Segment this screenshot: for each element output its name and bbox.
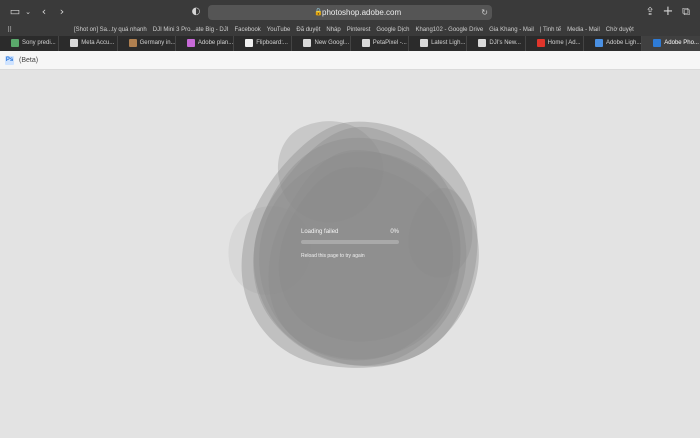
- favorites-list: [Shot on] Sa...ty quá nhanh DJI Mini 3 Pr…: [74, 24, 634, 36]
- tab-favicon-icon: [653, 39, 662, 47]
- favorite-link[interactable]: Đã duyệt: [296, 24, 320, 36]
- tab-favicon-icon: [478, 39, 487, 47]
- browser-tab[interactable]: DJI's New...: [466, 36, 524, 51]
- tab-label: Latest Ligh...: [431, 40, 466, 46]
- favorite-link[interactable]: Pinterest: [347, 24, 371, 36]
- photoshop-logo: Ps: [5, 56, 14, 65]
- tab-favicon-icon: [536, 39, 545, 47]
- favorite-link[interactable]: YouTube: [267, 24, 291, 36]
- tab-overview-icon[interactable]: ⧉: [680, 0, 692, 24]
- tab-favicon-icon: [70, 39, 79, 47]
- tab-favicon-icon: [361, 39, 370, 47]
- favorite-link[interactable]: Gia Khang - Mail: [489, 24, 534, 36]
- loading-progress-bar: [301, 240, 399, 244]
- loading-area: Loading failed 0% Reload this page to tr…: [0, 70, 700, 438]
- favorite-link[interactable]: Media - Mail: [567, 24, 600, 36]
- new-tab-icon[interactable]: +: [662, 0, 674, 24]
- tab-label: Adobe plan...: [197, 40, 234, 46]
- browser-tab[interactable]: PetaPixel -...: [349, 36, 408, 51]
- browser-tab[interactable]: Meta Accu...: [58, 36, 116, 51]
- favorites-bar: ⠿ [Shot on] Sa...ty quá nhanh DJI Mini 3 …: [0, 24, 700, 36]
- loading-status-text: Loading failed: [301, 229, 339, 235]
- favorite-link[interactable]: Khang102 - Google Drive: [415, 24, 483, 36]
- tab-favicon-icon: [594, 39, 603, 47]
- tab-label: Home | Ad...: [547, 40, 581, 46]
- tab-label: Flipboard:...: [256, 40, 288, 46]
- favorite-link[interactable]: Nháp: [326, 24, 340, 36]
- beta-label: (Beta): [19, 57, 39, 64]
- browser-tab[interactable]: Adobe Pho...: [641, 36, 700, 51]
- loading-percent-text: 0%: [390, 229, 399, 235]
- share-icon[interactable]: ⇪: [644, 0, 656, 24]
- tab-label: Germany in...: [139, 40, 175, 46]
- app-header: Ps (Beta): [0, 51, 700, 70]
- favorite-link[interactable]: Google Dịch: [376, 24, 409, 36]
- browser-toolbar: ▭ ⌄ ‹ › ◐ 🔒 photoshop.adobe.com ↻ ⇪ + ⧉: [0, 0, 700, 24]
- browser-tab[interactable]: Sony predi...: [0, 36, 58, 51]
- tab-label: New Googl...: [314, 40, 350, 46]
- tab-label: Adobe Ligh...: [605, 40, 642, 46]
- privacy-shield-icon[interactable]: ◐: [190, 0, 202, 24]
- favorite-link[interactable]: Chờ duyệt: [606, 24, 634, 36]
- forward-icon[interactable]: ›: [56, 0, 68, 24]
- tab-favicon-icon: [128, 39, 137, 47]
- tab-favicon-icon: [420, 39, 429, 47]
- sidebar-toggle-icon[interactable]: ▭: [8, 0, 22, 24]
- tab-label: Sony predi...: [22, 40, 56, 46]
- favorite-link[interactable]: DJI Mini 3 Pro...ate Big - DJI: [153, 24, 229, 36]
- tab-label: Adobe Pho...: [664, 40, 699, 46]
- browser-tab[interactable]: New Googl...: [291, 36, 349, 51]
- chevron-down-icon[interactable]: ⌄: [24, 0, 32, 24]
- tab-favicon-icon: [245, 39, 254, 47]
- browser-tab[interactable]: Germany in...: [116, 36, 175, 51]
- tab-label: DJI's New...: [489, 40, 521, 46]
- grid-icon[interactable]: ⠿: [7, 24, 12, 36]
- tab-bar: Sony predi... Meta Accu... Germany in... Ad…: [0, 36, 700, 51]
- reload-hint-text: Reload this page to try again: [301, 253, 365, 259]
- back-icon[interactable]: ‹: [38, 0, 50, 24]
- reload-icon[interactable]: ↻: [481, 5, 488, 20]
- browser-tab[interactable]: Adobe Ligh...: [582, 36, 642, 51]
- url-text: photoshop.adobe.com: [322, 8, 402, 17]
- favorite-link[interactable]: Facebook: [234, 24, 260, 36]
- favorite-link[interactable]: | Tinh tế: [540, 24, 561, 36]
- browser-tab[interactable]: Home | Ad...: [524, 36, 583, 51]
- tab-label: PetaPixel -...: [372, 40, 407, 46]
- address-bar[interactable]: 🔒 photoshop.adobe.com ↻: [208, 5, 492, 20]
- favorite-link[interactable]: [Shot on] Sa...ty quá nhanh: [74, 24, 147, 36]
- browser-tab[interactable]: Flipboard:...: [233, 36, 291, 51]
- tab-favicon-icon: [303, 39, 312, 47]
- tab-label: Meta Accu...: [81, 40, 115, 46]
- tab-favicon-icon: [11, 39, 19, 47]
- tab-favicon-icon: [186, 39, 195, 47]
- browser-tab[interactable]: Latest Ligh...: [408, 36, 466, 51]
- browser-tab[interactable]: Adobe plan...: [174, 36, 234, 51]
